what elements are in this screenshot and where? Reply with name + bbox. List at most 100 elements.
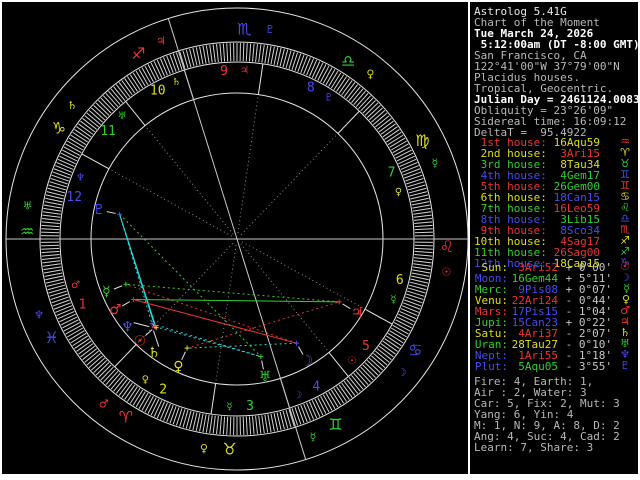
degree-tick	[60, 316, 78, 326]
zodiac-sign-icon: ♍	[415, 131, 429, 150]
degree-tick	[141, 67, 152, 84]
house-number: 11	[100, 124, 116, 139]
degree-tick	[41, 244, 60, 247]
degree-tick	[245, 416, 248, 435]
degree-tick	[147, 397, 157, 414]
degree-tick	[43, 204, 62, 209]
degree-tick	[147, 64, 157, 81]
planet-label: Plut:	[474, 360, 508, 373]
house-ruler-icon: ☿	[226, 401, 232, 412]
degree-tick	[414, 228, 433, 231]
degree-tick	[202, 45, 207, 64]
degree-tick	[311, 400, 321, 417]
degree-tick	[294, 407, 302, 425]
degree-tick	[43, 269, 62, 274]
house-cusp-line	[337, 110, 360, 134]
house-number: 4	[312, 380, 320, 395]
degree-tick	[42, 263, 61, 267]
degree-tick	[45, 275, 63, 281]
degree-tick	[150, 62, 160, 80]
degree-tick	[159, 58, 168, 76]
planet-pointer-line	[145, 329, 153, 336]
degree-tick	[303, 403, 311, 421]
degree-tick	[163, 403, 171, 421]
degree-tick	[53, 168, 72, 176]
degree-tick	[393, 146, 411, 156]
stat-line: Learn: 7, Share: 3	[474, 441, 594, 454]
degree-tick	[53, 302, 72, 310]
house-number: 3	[246, 399, 254, 414]
degree-tick	[314, 62, 324, 80]
planet-pointer-line	[121, 301, 131, 307]
degree-tick	[392, 324, 409, 335]
degree-tick	[226, 416, 229, 435]
degree-tick	[404, 299, 422, 307]
degree-tick	[414, 254, 433, 257]
chart-wheel: ♈ ♂ ♉ ♀ ♊ ☿ ♋ ☽ ♌ ☉ ♍ ☿ ♎ ♀ ♏ ♇ ♐ ♃ ♑ ♄ ♒ ♅ ♓ ♆ 1 ♂ 2 ♀ 3 ☿ 4 ☽ 5 ☉ 6 ☿ 7 ♀ 8 ♇…	[0, 0, 470, 480]
planet-icon: ♄	[148, 345, 161, 361]
degree-tick	[41, 224, 60, 228]
degree-tick	[412, 269, 431, 274]
degree-tick	[306, 58, 315, 76]
degree-tick	[169, 54, 177, 72]
degree-tick	[413, 214, 432, 218]
house-ruler-icon: ♄	[172, 77, 181, 88]
house-ruler-icon: ♀	[142, 374, 149, 385]
house-cusp-line-inner	[240, 133, 339, 236]
house-cusp-line	[81, 153, 110, 170]
degree-tick	[56, 308, 74, 317]
degree-tick	[297, 54, 305, 72]
zodiac-sign-icon: ♓	[44, 328, 58, 347]
degree-tick	[209, 415, 213, 434]
zodiac-sign-icon: ♈	[119, 408, 133, 427]
degree-tick	[267, 414, 272, 433]
sign-ruler-icon: ☉	[441, 266, 451, 279]
aspect-line	[187, 342, 297, 349]
aspect-line	[133, 298, 340, 303]
degree-tick	[55, 305, 73, 313]
zodiac-sign-icon: ♌	[440, 237, 454, 256]
degree-tick	[65, 143, 82, 154]
degree-tick	[41, 254, 60, 257]
degree-tick	[42, 260, 61, 264]
house-number: 2	[159, 382, 167, 397]
house-ruler-icon: ♀	[395, 187, 402, 198]
house-ruler-icon: ☽	[293, 390, 302, 401]
degree-tick	[51, 174, 69, 182]
degree-tick	[317, 64, 327, 81]
house-cusp-line	[364, 308, 393, 325]
degree-tick	[294, 53, 302, 71]
sign-ruler-icon: ♄	[67, 99, 77, 112]
degree-tick	[255, 415, 258, 434]
degree-tick	[248, 43, 252, 62]
degree-tick	[59, 155, 76, 165]
degree-tick	[41, 221, 60, 224]
planet-icon: ♃	[351, 305, 364, 321]
degree-tick	[242, 43, 245, 62]
sign-ruler-icon: ♀	[200, 442, 208, 455]
degree-tick	[414, 247, 433, 250]
degree-tick	[52, 299, 70, 307]
degree-tick	[411, 272, 430, 277]
planet-icon: ♂	[109, 302, 122, 318]
degree-tick	[400, 308, 418, 317]
degree-tick	[297, 406, 305, 424]
degree-tick	[229, 416, 232, 435]
zodiac-sign-icon: ♒	[20, 222, 34, 241]
house-number: 8	[307, 81, 315, 96]
degree-tick	[43, 266, 62, 271]
degree-tick	[65, 324, 82, 335]
degree-tick	[219, 416, 222, 435]
degree-tick	[322, 394, 333, 411]
degree-tick	[411, 197, 429, 203]
zodiac-sign-icon: ♑	[52, 118, 66, 137]
degree-tick	[42, 214, 61, 218]
degree-tick	[320, 395, 330, 413]
degree-tick	[153, 400, 163, 417]
house-number: 9	[220, 64, 228, 79]
degree-tick	[308, 59, 318, 77]
degree-tick	[60, 152, 78, 162]
degree-tick	[166, 55, 174, 74]
sign-ruler-icon: ♂	[99, 397, 109, 410]
house-number: 12	[66, 190, 82, 205]
